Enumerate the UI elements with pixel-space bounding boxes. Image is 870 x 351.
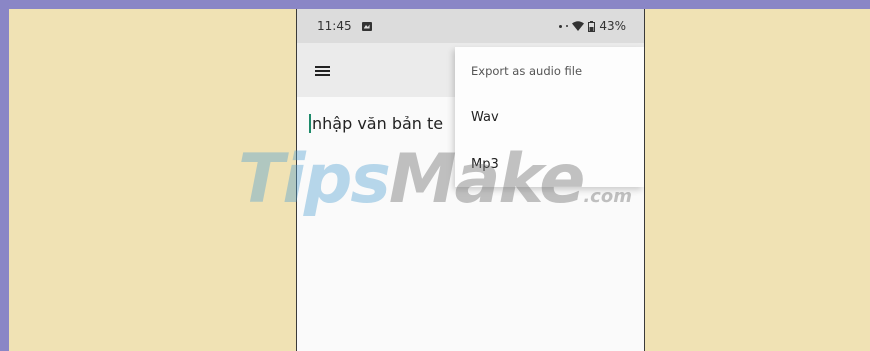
battery-icon — [588, 20, 596, 32]
text-content: nhập văn bản te — [312, 114, 444, 133]
status-right: 43% — [559, 9, 626, 43]
signal-dot-icon — [566, 25, 569, 27]
menu-item-mp3[interactable]: Mp3 — [471, 157, 499, 172]
wifi-icon — [572, 21, 585, 31]
notification-dot-icon — [559, 24, 563, 28]
phone-screen: 11:45 43% nhập văn bản te Export as audi… — [296, 9, 645, 351]
dropdown-header: Export as audio file — [471, 64, 583, 78]
image-notification-icon — [361, 21, 372, 31]
text-input-area[interactable]: nhập văn bản te — [309, 114, 443, 133]
text-cursor — [309, 114, 311, 133]
status-time: 11:45 — [317, 19, 352, 33]
export-dropdown-menu: Export as audio file Wav Mp3 — [455, 47, 644, 187]
hamburger-menu-icon[interactable] — [315, 66, 330, 76]
menu-item-wav[interactable]: Wav — [471, 110, 499, 125]
battery-percent: 43% — [599, 19, 626, 33]
status-bar: 11:45 43% — [297, 9, 644, 43]
